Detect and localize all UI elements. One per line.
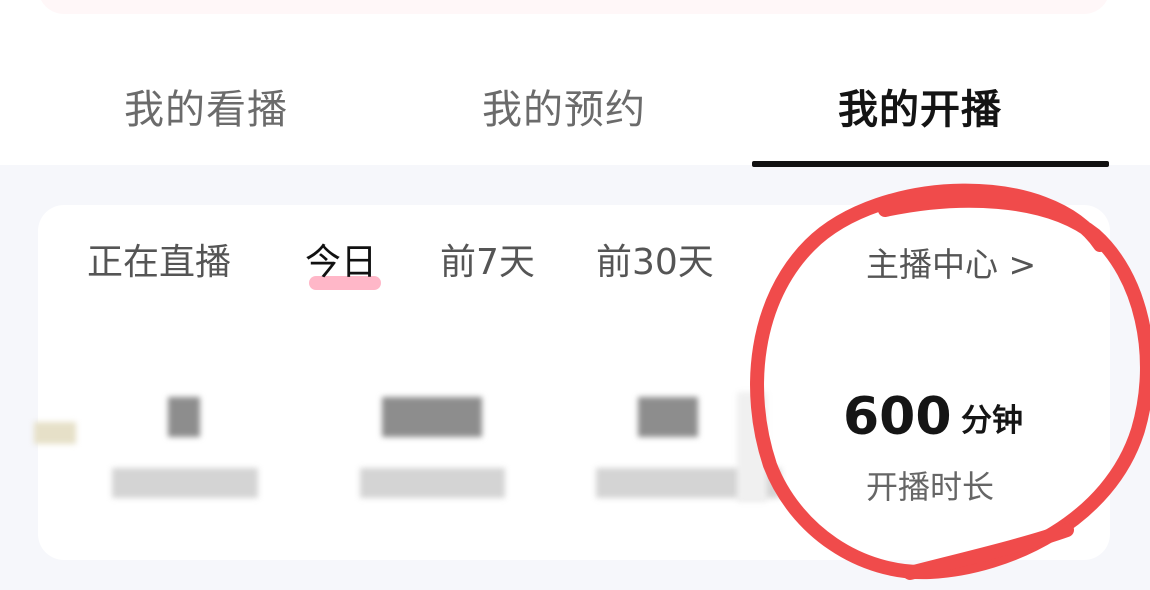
broadcast-duration-value: 600 xyxy=(843,387,952,447)
filter-live-now[interactable]: 正在直播 xyxy=(87,238,231,288)
blurred-stat-value-1 xyxy=(168,397,200,437)
filter-last-7-days[interactable]: 前7天 xyxy=(440,238,535,288)
filter-today[interactable]: 今日 xyxy=(305,238,377,288)
blurred-stat-label-1 xyxy=(112,468,258,498)
tab-my-reservations[interactable]: 我的预约 xyxy=(482,82,646,138)
broadcast-duration-label: 开播时长 xyxy=(866,468,995,506)
blurred-stat-icon xyxy=(34,422,76,444)
broadcast-duration-unit: 分钟 xyxy=(961,403,1023,439)
blurred-stat-value-3 xyxy=(638,397,698,437)
anchor-center-link[interactable]: 主播中心 > xyxy=(866,240,1036,290)
tab-my-broadcasts[interactable]: 我的开播 xyxy=(838,82,1002,138)
blurred-stat-value-2 xyxy=(382,397,482,437)
blurred-divider xyxy=(737,392,767,502)
filter-last-30-days[interactable]: 前30天 xyxy=(596,238,714,288)
previous-card-edge xyxy=(38,0,1110,14)
tab-my-watching[interactable]: 我的看播 xyxy=(124,82,288,138)
blurred-stat-label-2 xyxy=(360,468,505,498)
active-tab-indicator xyxy=(752,161,1109,167)
